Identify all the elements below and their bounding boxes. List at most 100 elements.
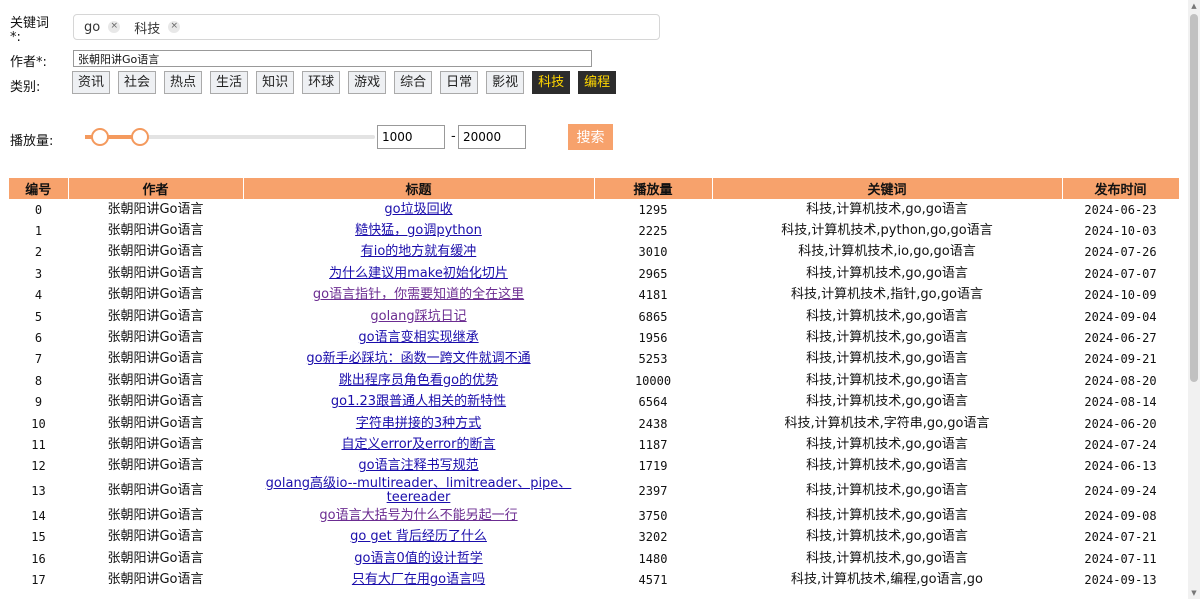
video-title-link[interactable]: go语言大括号为什么不能另起一行 — [319, 508, 517, 523]
video-title-link[interactable]: 自定义error及error的断言 — [342, 437, 496, 452]
category-button[interactable]: 热点 — [164, 71, 203, 94]
row-keywords-cell: 科技,计算机技术,io,go,go语言 — [798, 244, 976, 260]
category-button[interactable]: 资讯 — [72, 71, 111, 94]
author-input[interactable] — [73, 50, 592, 67]
table-row: 13 张朝阳讲Go语言 golang高级io--multireader、limitr… — [9, 477, 1179, 505]
video-title-link[interactable]: golang高级io--multireader、limitreader、pipe… — [266, 476, 572, 505]
video-title-link[interactable]: go垃圾回收 — [384, 202, 452, 217]
row-title-cell: 有io的地方就有缓冲 — [243, 242, 594, 263]
row-date-cell: 2024-06-27 — [1084, 331, 1157, 346]
category-button[interactable]: 社会 — [118, 71, 157, 94]
row-date-cell: 2024-07-21 — [1084, 530, 1157, 545]
table-row: 1 张朝阳讲Go语言 糙快猛，go调python 2225 科技,计算机技术,pytho… — [9, 220, 1179, 241]
row-id-cell: 15 — [31, 530, 46, 545]
min-plays-input[interactable] — [377, 125, 445, 149]
keywords-required-mark: *: — [10, 30, 21, 45]
video-title-link[interactable]: go get 背后经历了什么 — [350, 529, 487, 544]
scrollbar-thumb[interactable] — [1190, 14, 1198, 382]
video-title-link[interactable]: 字符串拼接的3种方式 — [356, 416, 481, 431]
row-date-cell: 2024-09-24 — [1084, 484, 1157, 499]
row-date-cell: 2024-07-26 — [1084, 245, 1157, 260]
row-plays-cell: 2438 — [638, 416, 668, 431]
row-id-cell: 17 — [31, 572, 46, 587]
keyword-tag: 科技 × — [134, 18, 181, 37]
row-date-cell: 2024-07-24 — [1084, 437, 1157, 452]
row-title-cell: go语言变相实现继承 — [243, 327, 594, 348]
vertical-scrollbar[interactable]: ▲ ▼ — [1188, 0, 1200, 599]
category-button[interactable]: 知识 — [256, 71, 295, 94]
row-plays-cell: 1719 — [638, 459, 668, 474]
row-keywords-cell: 科技,计算机技术,go,go语言 — [806, 265, 968, 281]
play-count-label: 播放量: — [10, 134, 54, 149]
row-author-cell: 张朝阳讲Go语言 — [107, 287, 204, 303]
category-button[interactable]: 生活 — [210, 71, 249, 94]
video-title-link[interactable]: go语言指针，你需要知道的全在这里 — [313, 287, 524, 302]
remove-tag-icon[interactable]: × — [168, 21, 181, 33]
row-id-cell: 2 — [34, 245, 43, 260]
category-button[interactable]: 影视 — [486, 71, 525, 94]
row-title-cell: 糙快猛，go调python — [243, 220, 594, 241]
row-keywords-cell: 科技,计算机技术,go,go语言 — [806, 458, 968, 474]
slider-max-handle[interactable] — [131, 128, 150, 146]
video-title-link[interactable]: go新手必踩坑：函数一跨文件就调不通 — [306, 351, 530, 366]
row-title-cell: go get 背后经历了什么 — [243, 526, 594, 547]
header-author[interactable]: 作者 — [68, 178, 244, 199]
row-title-cell: go语言大括号为什么不能另起一行 — [243, 505, 594, 526]
row-author-cell: 张朝阳讲Go语言 — [107, 529, 204, 545]
range-dash: - — [451, 129, 456, 144]
slider-min-handle[interactable] — [90, 128, 109, 146]
row-keywords-cell: 科技,计算机技术,指针,go,go语言 — [791, 287, 983, 303]
video-title-link[interactable]: go语言注释书写规范 — [358, 458, 478, 473]
results-table: 编号 作者 标题 播放量 关键词 发布时间 0 张朝阳讲Go语言 go垃圾回收 1 29… — [9, 178, 1180, 591]
row-id-cell: 1 — [34, 224, 43, 239]
row-id-cell: 0 — [34, 202, 43, 217]
video-title-link[interactable]: go语言变相实现继承 — [358, 330, 478, 345]
video-title-link[interactable]: golang踩坑日记 — [370, 309, 466, 324]
category-button[interactable]: 游戏 — [348, 71, 387, 94]
video-title-link[interactable]: go语言0值的设计哲学 — [354, 551, 482, 566]
row-keywords-cell: 科技,计算机技术,编程,go语言,go — [791, 571, 983, 587]
category-button[interactable]: 编程 — [578, 71, 617, 94]
video-title-link[interactable]: 只有大厂在用go语言吗 — [352, 572, 485, 587]
row-plays-cell: 1956 — [638, 331, 668, 346]
video-title-link[interactable]: 糙快猛，go调python — [355, 223, 482, 238]
row-date-cell: 2024-07-07 — [1084, 266, 1157, 281]
header-plays[interactable]: 播放量 — [594, 178, 713, 199]
row-title-cell: 字符串拼接的3种方式 — [243, 413, 594, 434]
keywords-tag-input[interactable]: go × 科技 × — [73, 14, 660, 40]
max-plays-input[interactable] — [458, 125, 526, 149]
row-id-cell: 8 — [34, 373, 43, 388]
scroll-down-icon[interactable]: ▼ — [1190, 589, 1198, 597]
row-keywords-cell: 科技,计算机技术,go,go语言 — [806, 394, 968, 410]
table-row: 5 张朝阳讲Go语言 golang踩坑日记 6865 科技,计算机技术,go,go语言 2… — [9, 306, 1179, 327]
row-author-cell: 张朝阳讲Go语言 — [107, 550, 204, 566]
row-keywords-cell: 科技,计算机技术,go,go语言 — [806, 308, 968, 324]
scroll-up-icon[interactable]: ▲ — [1190, 2, 1198, 10]
row-id-cell: 10 — [31, 416, 46, 431]
remove-tag-icon[interactable]: × — [108, 21, 121, 33]
table-row: 3 张朝阳讲Go语言 为什么建议用make初始化切片 2965 科技,计算机技术,go,… — [9, 263, 1179, 284]
search-button[interactable]: 搜索 — [568, 124, 613, 150]
row-title-cell: 为什么建议用make初始化切片 — [243, 263, 594, 284]
row-date-cell: 2024-08-20 — [1084, 373, 1157, 388]
category-button[interactable]: 环球 — [302, 71, 341, 94]
row-plays-cell: 6865 — [638, 309, 668, 324]
row-plays-cell: 2965 — [638, 266, 668, 281]
header-id[interactable]: 编号 — [9, 178, 69, 199]
header-title[interactable]: 标题 — [243, 178, 595, 199]
category-button[interactable]: 科技 — [532, 71, 571, 94]
video-title-link[interactable]: go1.23跟普通人相关的新特性 — [331, 394, 506, 409]
row-keywords-cell: 科技,计算机技术,python,go,go语言 — [781, 223, 993, 239]
category-button[interactable]: 日常 — [440, 71, 479, 94]
video-title-link[interactable]: 跳出程序员角色看go的优势 — [339, 373, 498, 388]
table-header-row: 编号 作者 标题 播放量 关键词 发布时间 — [9, 178, 1180, 199]
row-title-cell: golang踩坑日记 — [243, 306, 594, 327]
row-keywords-cell: 科技,计算机技术,go,go语言 — [806, 372, 968, 388]
video-title-link[interactable]: 为什么建议用make初始化切片 — [329, 266, 508, 281]
table-row: 4 张朝阳讲Go语言 go语言指针，你需要知道的全在这里 4181 科技,计算机技术,指… — [9, 285, 1179, 306]
category-button[interactable]: 综合 — [394, 71, 433, 94]
header-date[interactable]: 发布时间 — [1062, 178, 1180, 199]
row-id-cell: 5 — [34, 309, 43, 324]
video-title-link[interactable]: 有io的地方就有缓冲 — [361, 244, 477, 259]
header-keywords[interactable]: 关键词 — [712, 178, 1063, 199]
